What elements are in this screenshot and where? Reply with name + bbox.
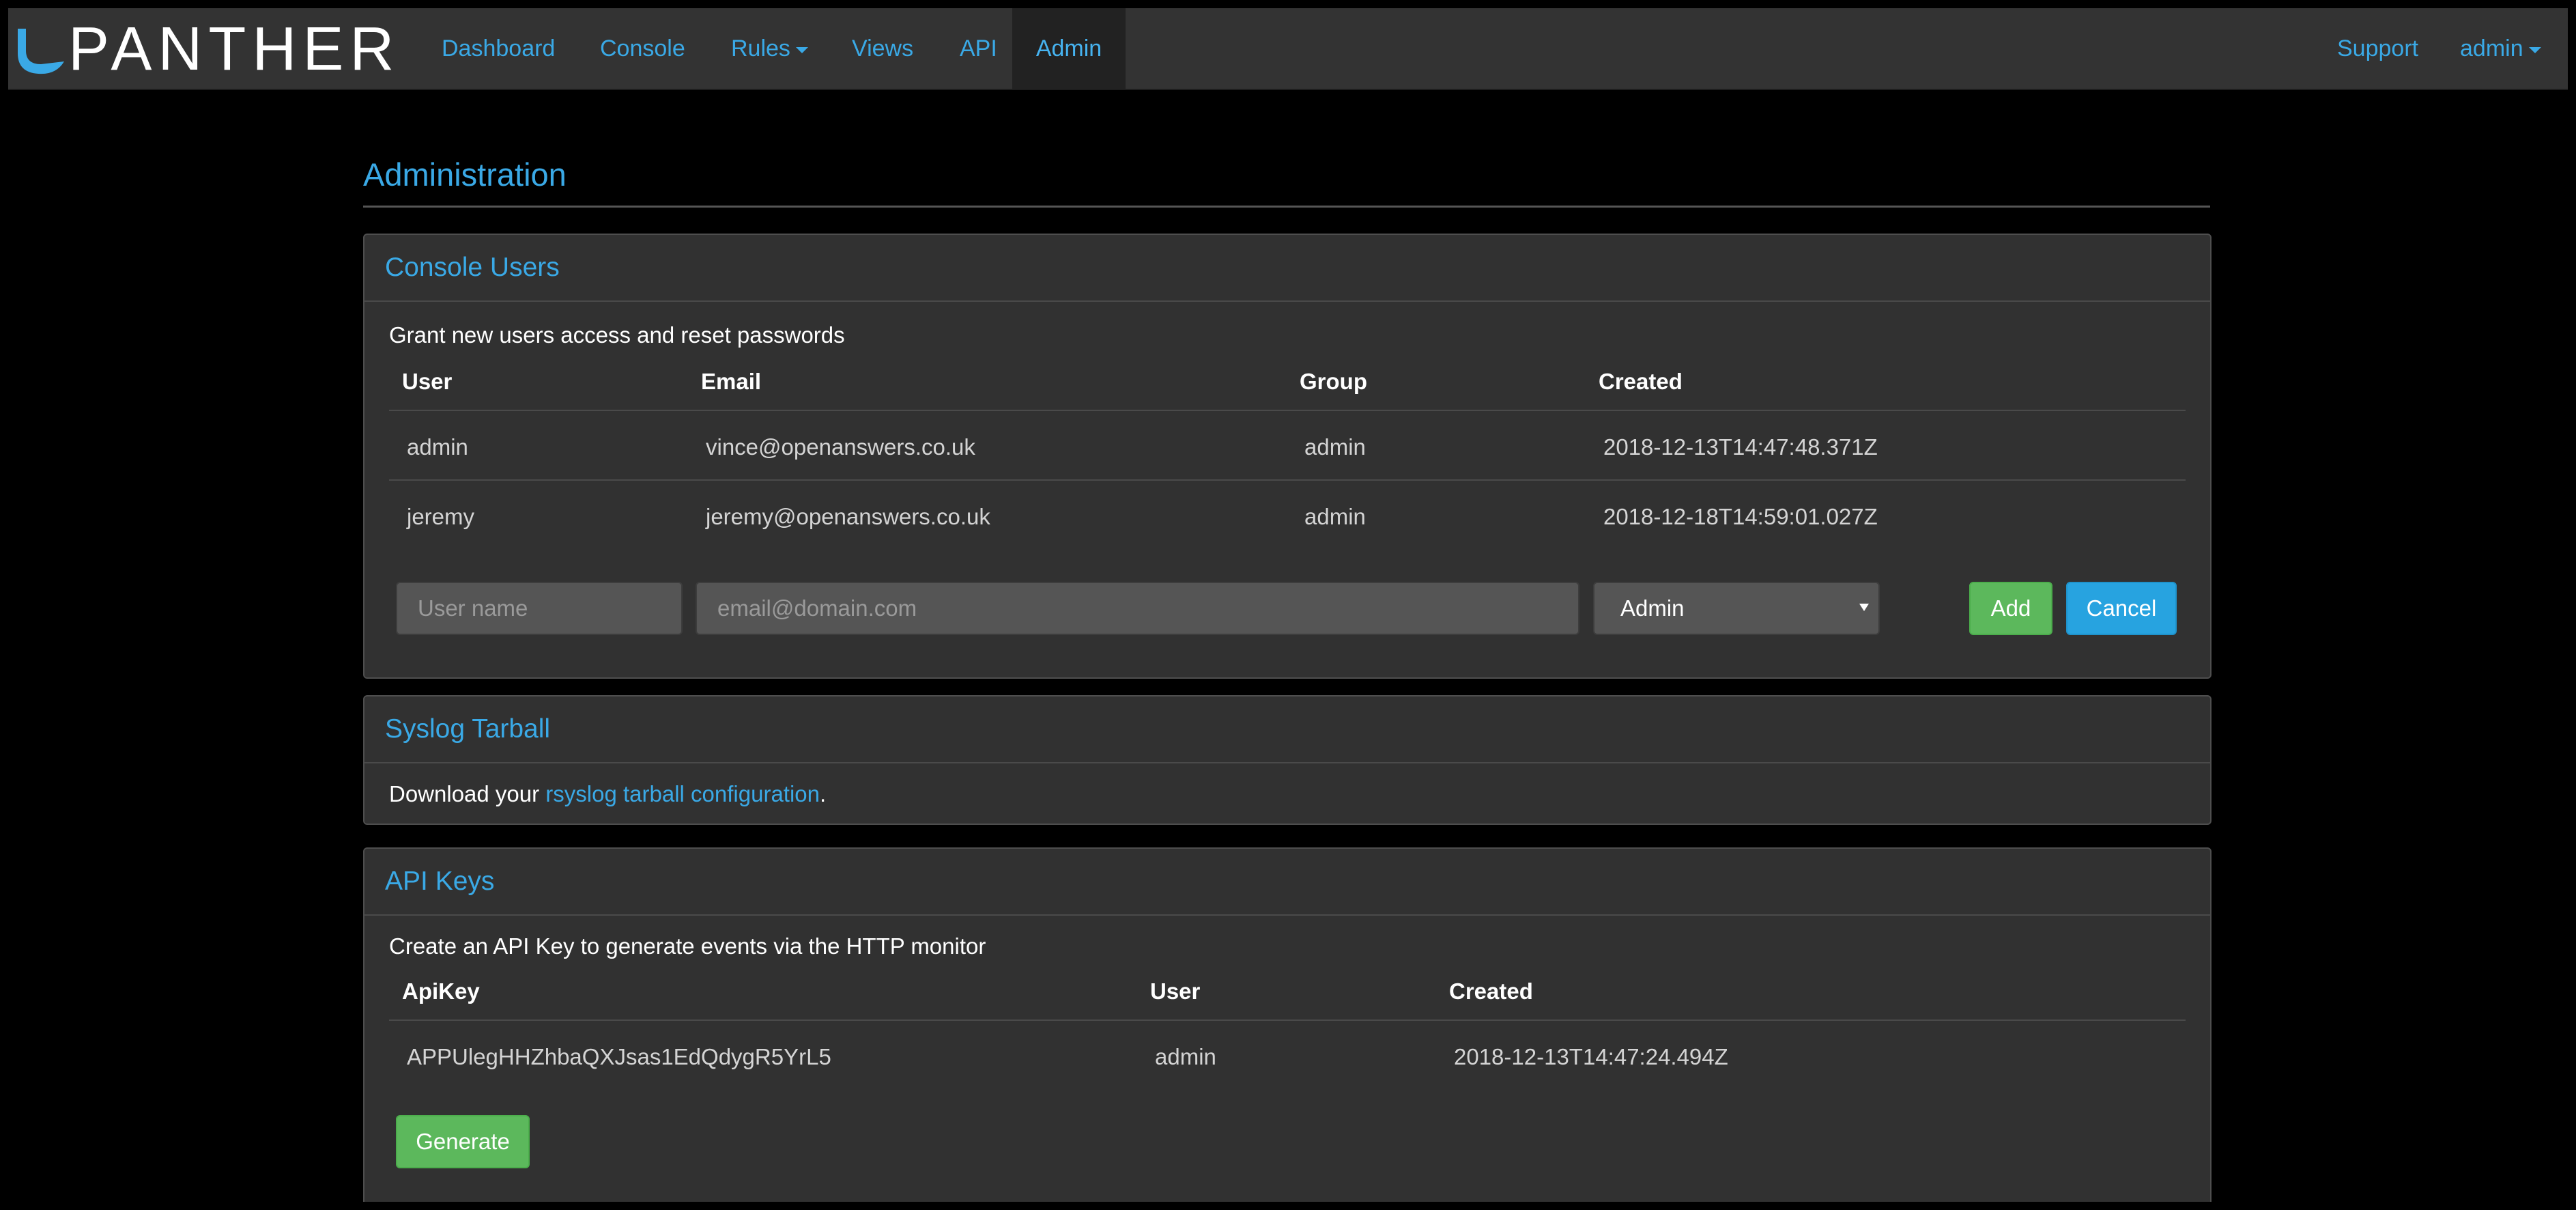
api-keys-heading: API Keys — [364, 849, 2210, 916]
app-frame: PANTHER Dashboard Console Rules Views AP… — [8, 8, 2568, 1202]
syslog-download-text: Download your rsyslog tarball configurat… — [389, 781, 826, 807]
table-cell-created: 2018-12-13T14:47:48.371Z — [1603, 434, 1878, 460]
group-select[interactable]: Admin — [1593, 582, 1880, 635]
column-header-user: User — [402, 369, 453, 394]
nav-rules[interactable]: Rules — [723, 8, 816, 89]
group-select-value: Admin — [1620, 595, 1685, 621]
table-row-divider — [389, 479, 2186, 481]
table-cell-group: admin — [1304, 434, 1366, 460]
api-keys-description: Create an API Key to generate events via… — [389, 933, 986, 959]
table-cell-user: jeremy — [407, 504, 475, 529]
column-header-user: User — [1150, 979, 1201, 1004]
api-key-created: 2018-12-13T14:47:24.494Z — [1454, 1044, 1728, 1069]
nav-rules-label: Rules — [731, 35, 790, 61]
table-cell-group: admin — [1304, 504, 1366, 529]
username-input[interactable] — [396, 582, 683, 635]
syslog-prefix-text: Download your — [389, 781, 546, 806]
syslog-tarball-panel: Syslog Tarball Download your rsyslog tar… — [363, 695, 2212, 825]
table-header-divider — [389, 410, 2186, 411]
add-user-button[interactable]: Add — [1969, 582, 2052, 635]
title-divider — [363, 206, 2210, 208]
chevron-down-icon — [2528, 46, 2541, 53]
generate-api-key-button[interactable]: Generate — [396, 1115, 530, 1168]
rsyslog-config-link[interactable]: rsyslog tarball configuration — [545, 781, 820, 806]
table-header-divider — [389, 1019, 2186, 1021]
console-users-description: Grant new users access and reset passwor… — [389, 322, 845, 348]
api-key-user: admin — [1155, 1044, 1216, 1069]
nav-views[interactable]: Views — [844, 8, 921, 89]
syslog-tarball-heading: Syslog Tarball — [364, 697, 2210, 763]
table-cell-created: 2018-12-18T14:59:01.027Z — [1603, 504, 1878, 529]
nav-admin[interactable]: Admin — [1012, 8, 1126, 89]
nav-api[interactable]: API — [951, 8, 1005, 89]
column-header-email: Email — [701, 369, 762, 394]
console-users-panel: Console Users Grant new users access and… — [363, 234, 2212, 679]
api-key-value: APPUlegHHZhbaQXJsas1EdQdygR5YrL5 — [407, 1044, 831, 1069]
console-users-heading: Console Users — [364, 235, 2210, 302]
nav-console[interactable]: Console — [592, 8, 693, 89]
nav-user-menu[interactable]: admin — [2452, 8, 2549, 89]
page-title: Administration — [363, 156, 567, 193]
nav-dashboard[interactable]: Dashboard — [433, 8, 563, 89]
api-keys-panel: API Keys Create an API Key to generate e… — [363, 847, 2212, 1202]
cancel-button[interactable]: Cancel — [2066, 582, 2177, 635]
table-cell-email: vince@openanswers.co.uk — [706, 434, 975, 460]
panther-logo-icon — [18, 29, 64, 74]
nav-user-label: admin — [2460, 35, 2523, 61]
column-header-group: Group — [1300, 369, 1367, 394]
column-header-created: Created — [1449, 979, 1533, 1004]
brand-logo[interactable]: PANTHER — [14, 15, 401, 83]
chevron-down-icon — [795, 46, 808, 53]
dropdown-arrow-icon — [1859, 604, 1869, 611]
column-header-apikey: ApiKey — [402, 979, 480, 1004]
table-cell-user: admin — [407, 434, 468, 460]
table-cell-email: jeremy@openanswers.co.uk — [706, 504, 990, 529]
navbar: PANTHER Dashboard Console Rules Views AP… — [8, 8, 2568, 90]
syslog-suffix-text: . — [820, 781, 827, 806]
email-input[interactable] — [696, 582, 1579, 635]
nav-support[interactable]: Support — [2329, 8, 2427, 89]
column-header-created: Created — [1599, 369, 1683, 394]
brand-name: PANTHER — [68, 15, 401, 83]
